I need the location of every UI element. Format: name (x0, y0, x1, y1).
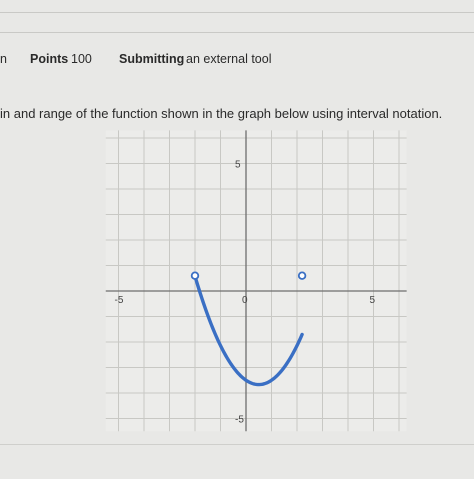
y-tick-label: -5 (235, 415, 244, 426)
x-tick-label: -5 (115, 295, 124, 306)
y-tick-label: 5 (235, 160, 241, 171)
graph-container: -5 0 5 5 -5 (0, 0, 474, 474)
function-graph: -5 0 5 5 -5 (105, 130, 407, 432)
open-endpoint (297, 271, 307, 280)
bottom-divider (0, 444, 474, 445)
x-tick-label: 5 (370, 295, 376, 306)
x-tick-label: 0 (242, 295, 248, 306)
open-endpoint (190, 271, 200, 280)
